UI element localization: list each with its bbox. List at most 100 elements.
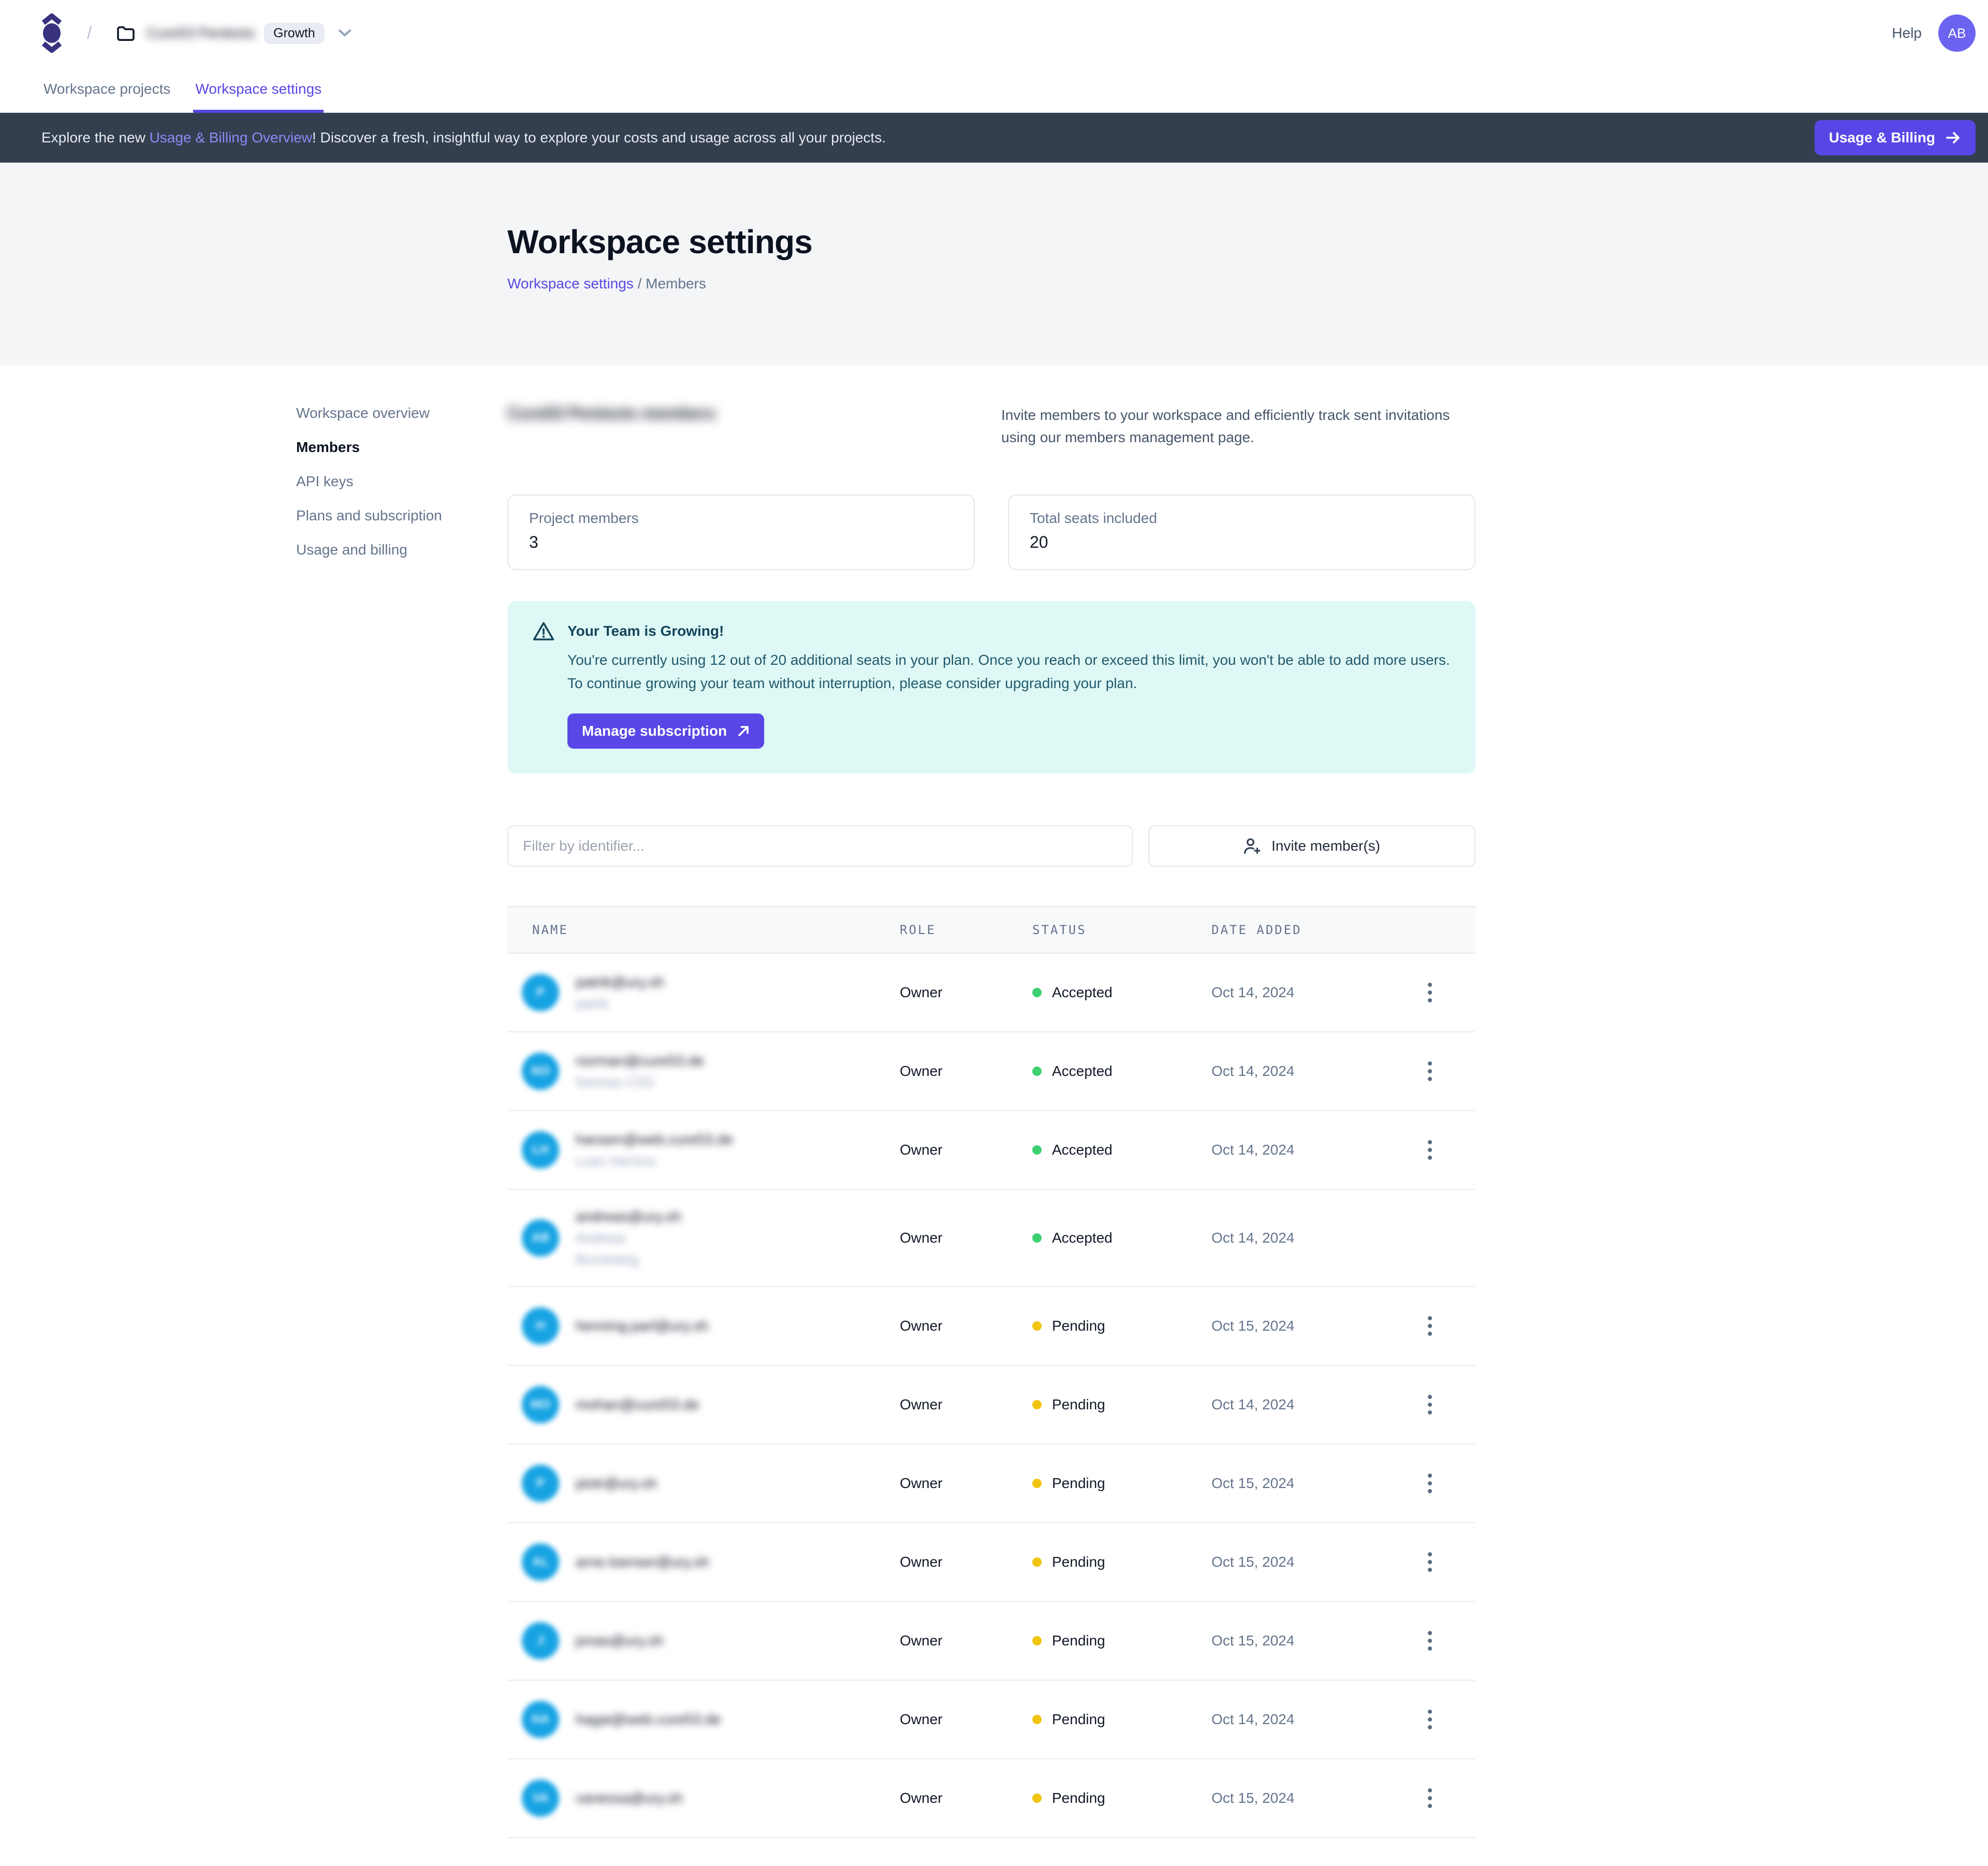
folder-icon: [116, 25, 135, 41]
row-menu-button[interactable]: [1422, 1055, 1438, 1087]
usage-billing-button-label: Usage & Billing: [1829, 129, 1935, 146]
member-name-cell: J jonas@ury.sh: [507, 1612, 900, 1670]
table-row: H henning.parl@ury.sh Owner Pending Oct …: [507, 1287, 1475, 1366]
member-name-cell: VA vanessa@ury.sh: [507, 1769, 900, 1827]
alert-title: Your Team is Growing!: [567, 623, 724, 639]
members-toolbar: Invite member(s): [507, 825, 1475, 867]
table-row: P patrik@ury.sh patrik Owner Accepted Oc…: [507, 954, 1475, 1032]
tab-workspace-projects[interactable]: Workspace projects: [41, 66, 172, 113]
member-role: Owner: [900, 1230, 1032, 1246]
member-avatar: VA: [522, 1780, 559, 1817]
status-label: Accepted: [1052, 1063, 1113, 1080]
member-identity: vanessa@ury.sh: [576, 1790, 683, 1806]
members-content: Cure53 Pentests members Invite members t…: [507, 366, 1475, 1838]
breadcrumb-workspace-settings-link[interactable]: Workspace settings: [507, 275, 634, 291]
table-row: J jonas@ury.sh Owner Pending Oct 15, 202…: [507, 1602, 1475, 1681]
table-row: AB andreas@ury.sh AndreasBurcksteig Owne…: [507, 1190, 1475, 1287]
member-email-blurred: patrik@ury.sh: [576, 974, 664, 990]
help-link[interactable]: Help: [1892, 25, 1922, 41]
member-identity: norman@cure53.de Norman CS3: [576, 1053, 704, 1090]
tab-workspace-settings[interactable]: Workspace settings: [193, 66, 324, 113]
app-logo-icon[interactable]: [41, 13, 62, 53]
member-identity: arne.loenser@ury.sh: [576, 1554, 709, 1570]
table-row: P piotr@ury.sh Owner Pending Oct 15, 202…: [507, 1445, 1475, 1523]
status-dot: [1032, 1067, 1042, 1076]
row-menu-button[interactable]: [1422, 1310, 1438, 1342]
member-email-blurred: norman@cure53.de: [576, 1053, 704, 1069]
status-dot: [1032, 1715, 1042, 1724]
sidebar-item-api-keys[interactable]: API keys: [296, 471, 442, 492]
breadcrumb-current: / Members: [634, 275, 706, 291]
breadcrumb: Workspace settings / Members: [507, 275, 1988, 292]
member-email-blurred: henning.parl@ury.sh: [576, 1318, 709, 1334]
member-identity: mohan@cure53.de: [576, 1396, 699, 1413]
member-avatar: HA: [522, 1701, 559, 1738]
member-date-added: Oct 14, 2024: [1211, 1142, 1384, 1158]
sidebar-item-usage-and-billing[interactable]: Usage and billing: [296, 540, 442, 560]
card-value: 3: [529, 533, 953, 552]
table-row: NO norman@cure53.de Norman CS3 Owner Acc…: [507, 1032, 1475, 1111]
member-name-cell: MO mohan@cure53.de: [507, 1376, 900, 1434]
banner-text-after: ! Discover a fresh, insightful way to ex…: [312, 129, 886, 145]
member-date-added: Oct 14, 2024: [1211, 1230, 1384, 1246]
member-name-cell: P piotr@ury.sh: [507, 1454, 900, 1512]
section-title: Cure53 Pentests members: [507, 404, 715, 423]
status-dot: [1032, 1636, 1042, 1645]
member-role: Owner: [900, 984, 1032, 1001]
table-row: VA vanessa@ury.sh Owner Pending Oct 15, …: [507, 1759, 1475, 1838]
member-avatar: P: [522, 1465, 559, 1502]
workspace-breadcrumb[interactable]: Cure53 Pentests Growth: [116, 23, 355, 44]
manage-subscription-button[interactable]: Manage subscription: [567, 713, 764, 749]
member-role: Owner: [900, 1318, 1032, 1334]
table-row: AL arne.loenser@ury.sh Owner Pending Oct…: [507, 1523, 1475, 1602]
row-menu-button[interactable]: [1422, 976, 1438, 1009]
workspace-name: Cure53 Pentests: [147, 25, 255, 41]
row-menu-button[interactable]: [1422, 1546, 1438, 1578]
status-label: Pending: [1052, 1318, 1105, 1334]
member-status: Pending: [1032, 1475, 1211, 1492]
page: / Cure53 Pentests Growth Help AB Workspa…: [0, 0, 1988, 1866]
row-menu-button[interactable]: [1422, 1467, 1438, 1499]
member-name-cell: LH hansen@web.cure53.de Luan Herrera: [507, 1121, 900, 1179]
sidebar-item-plans-and-subscription[interactable]: Plans and subscription: [296, 505, 442, 526]
member-status: Accepted: [1032, 1063, 1211, 1080]
status-dot: [1032, 1794, 1042, 1803]
member-status: Pending: [1032, 1632, 1211, 1649]
status-dot: [1032, 1145, 1042, 1155]
status-dot: [1032, 1479, 1042, 1488]
usage-billing-overview-link[interactable]: Usage & Billing Overview: [150, 129, 312, 145]
top-bar-right: Help AB: [1892, 14, 1976, 52]
row-menu-button[interactable]: [1422, 1703, 1438, 1736]
sidebar-item-members[interactable]: Members: [296, 437, 442, 458]
row-menu-button[interactable]: [1422, 1389, 1438, 1421]
chevron-down-icon[interactable]: [334, 25, 356, 41]
team-growing-alert: Your Team is Growing! You're currently u…: [507, 601, 1475, 774]
member-status: Accepted: [1032, 1230, 1211, 1246]
filter-input[interactable]: [507, 825, 1133, 867]
member-identity: hagai@web.cure53.de: [576, 1711, 721, 1728]
status-label: Pending: [1052, 1554, 1105, 1570]
member-email-blurred: arne.loenser@ury.sh: [576, 1554, 709, 1570]
member-role: Owner: [900, 1711, 1032, 1728]
invite-members-button[interactable]: Invite member(s): [1148, 825, 1475, 867]
column-header-date-added: DATE ADDED: [1211, 923, 1384, 937]
member-avatar: H: [522, 1307, 559, 1345]
user-avatar[interactable]: AB: [1938, 14, 1976, 52]
usage-billing-button[interactable]: Usage & Billing: [1815, 120, 1976, 155]
row-menu-button[interactable]: [1422, 1625, 1438, 1657]
banner-text: Explore the new Usage & Billing Overview…: [41, 129, 886, 146]
invite-members-label: Invite member(s): [1271, 838, 1380, 854]
member-secondary-name-blurred: Andreas: [576, 1230, 681, 1246]
member-email-blurred: piotr@ury.sh: [576, 1475, 657, 1492]
member-identity: patrik@ury.sh patrik: [576, 974, 664, 1012]
member-email-blurred: vanessa@ury.sh: [576, 1790, 683, 1806]
member-status: Accepted: [1032, 984, 1211, 1001]
member-identity: hansen@web.cure53.de Luan Herrera: [576, 1131, 733, 1169]
row-menu-button[interactable]: [1422, 1134, 1438, 1166]
member-date-added: Oct 15, 2024: [1211, 1318, 1384, 1334]
row-menu-button[interactable]: [1422, 1782, 1438, 1814]
member-avatar: P: [522, 974, 559, 1011]
status-label: Accepted: [1052, 1230, 1113, 1246]
sidebar-item-workspace-overview[interactable]: Workspace overview: [296, 403, 442, 424]
table-row: HA hagai@web.cure53.de Owner Pending Oct…: [507, 1681, 1475, 1759]
